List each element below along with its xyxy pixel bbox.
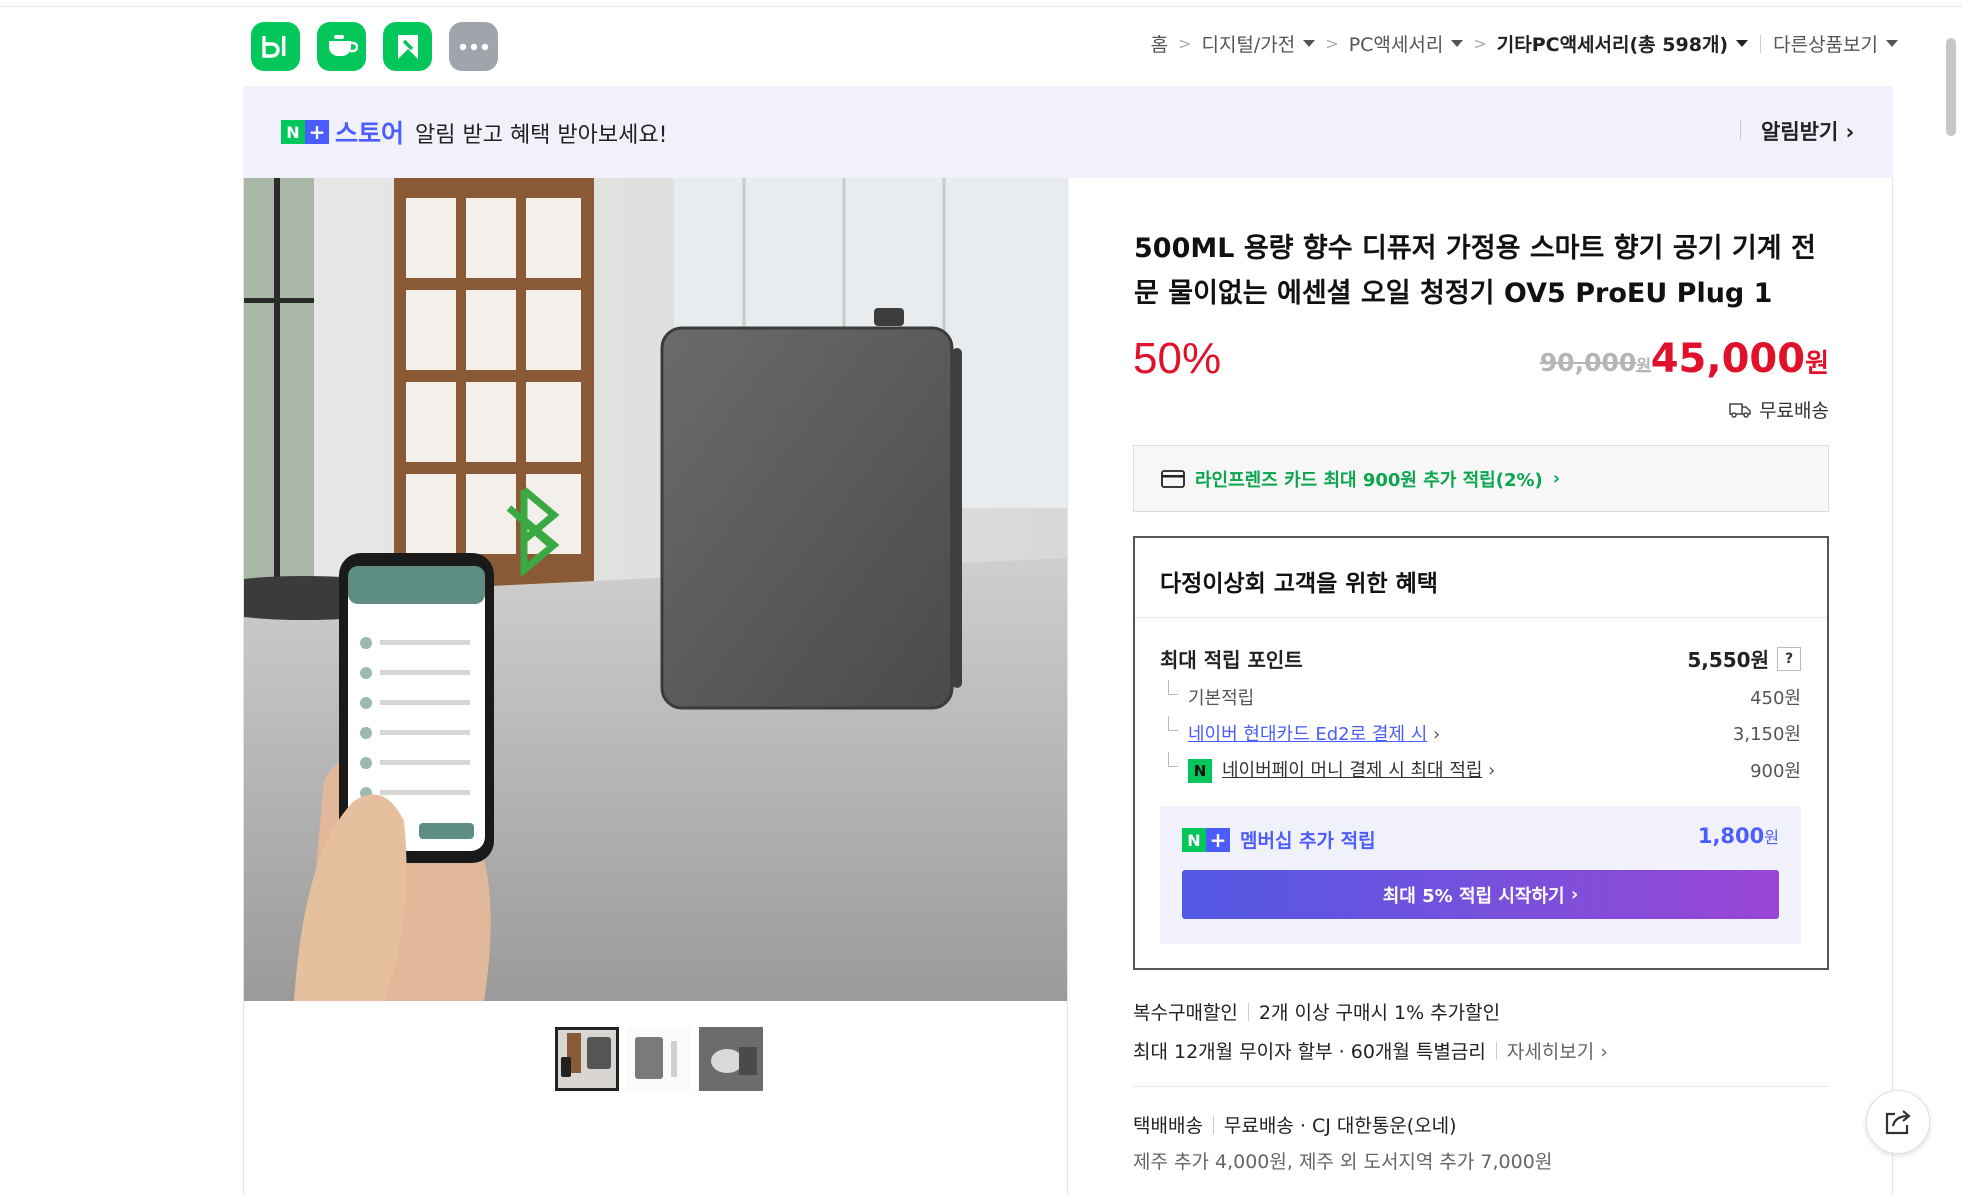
help-button[interactable]: ? <box>1777 646 1801 671</box>
share-button[interactable] <box>1866 1090 1930 1154</box>
app-launcher <box>251 22 498 71</box>
benefit-box: 다정이상회 고객을 위한 혜택 최대 적립 포인트 5,550원? 기본적립 4… <box>1133 536 1829 970</box>
card-points-row: 네이버 현대카드 Ed2로 결제 시 › 3,150원 <box>1160 716 1801 746</box>
n-badge: N <box>281 120 305 144</box>
thumbnail-strip <box>555 1027 763 1091</box>
npay-points-value: 900원 <box>1750 760 1801 782</box>
banner-message: 알림 받고 혜택 받아보세요! <box>415 123 668 148</box>
card-points-value: 3,150원 <box>1732 724 1801 745</box>
npay-points-link[interactable]: N 네이버페이 머니 결제 시 최대 적립 › <box>1160 752 1495 783</box>
sale-price: 45,000원 <box>1650 336 1829 382</box>
multi-buy-discount: 복수구매할인 2개 이상 구매시 1% 추가할인 <box>1133 998 1500 1025</box>
shipping-label: 택배배송 <box>1133 1115 1203 1137</box>
credit-card-icon <box>1161 469 1185 488</box>
membership-label: 멤버십 추가 적립 <box>1240 830 1376 852</box>
discount-rate: 50% <box>1133 334 1222 383</box>
shipping-value: 무료배송 · CJ 대한통운(오네) <box>1223 1115 1457 1137</box>
breadcrumb-category-1[interactable]: 디지털/가전 <box>1201 30 1316 57</box>
thumbnail-3[interactable] <box>699 1027 763 1091</box>
details-link[interactable]: 자세히보기 › <box>1507 1037 1608 1064</box>
caret-down-icon <box>1886 40 1898 47</box>
thumbnail-1[interactable] <box>555 1027 619 1091</box>
nplus-logo: N + <box>281 120 329 144</box>
divider <box>1212 1115 1214 1134</box>
store-alert-banner: N + 스토어 알림 받고 혜택 받아보세요! 알림받기 › <box>243 86 1893 178</box>
free-shipping: 무료배송 <box>1729 396 1829 423</box>
product-main-image[interactable] <box>244 178 1067 1001</box>
cafe-app-button[interactable] <box>317 22 366 71</box>
cafe-cup-icon <box>328 34 358 56</box>
card-offer-link[interactable]: 라인프렌즈 카드 최대 900원 추가 적립(2%) › <box>1133 445 1829 512</box>
membership-panel: N + 멤버십 추가 적립 1,800원 최대 5% 적립 시작하기 › <box>1160 806 1801 944</box>
product-title: 500ML 용량 향수 디퓨저 가정용 스마트 향기 공기 기계 전문 물이없는… <box>1134 233 1816 309</box>
page-scrollbar[interactable] <box>1946 38 1956 136</box>
breadcrumb: 홈 > 디지털/가전 > PC액세서리 > 기타PC액세서리(총 598개) 다… <box>1151 30 1898 57</box>
shipping-extra-fee: 제주 추가 4,000원, 제주 외 도서지역 추가 7,000원 <box>1133 1151 1553 1173</box>
divider <box>1740 120 1741 140</box>
benefit-heading: 다정이상회 고객을 위한 혜택 <box>1135 538 1827 618</box>
npay-icon: N <box>1188 759 1212 783</box>
chevron-right-icon: > <box>1473 34 1487 53</box>
installment-info: 최대 12개월 무이자 할부 · 60개월 특별금리 자세히보기 › <box>1133 1037 1608 1064</box>
alert-subscribe-button[interactable]: 알림받기 › <box>1761 116 1854 146</box>
caret-down-icon <box>1303 40 1316 47</box>
divider <box>1133 1086 1829 1087</box>
basic-points-label: 기본적립 <box>1160 680 1254 710</box>
installment-text: 최대 12개월 무이자 할부 · 60개월 특별금리 <box>1133 1041 1486 1063</box>
n-badge: N <box>1182 828 1206 852</box>
multi-buy-value: 2개 이상 구매시 1% 추가할인 <box>1258 1002 1501 1024</box>
shipping-info: 택배배송 무료배송 · CJ 대한통운(오네) <box>1133 1111 1457 1138</box>
basic-points-row: 기본적립 450원 <box>1160 680 1801 710</box>
plus-badge: + <box>305 120 329 144</box>
chevron-right-icon: > <box>1325 34 1339 53</box>
npay-points-row: N 네이버페이 머니 결제 시 최대 적립 › 900원 <box>1160 752 1801 783</box>
breadcrumb-home[interactable]: 홈 <box>1151 30 1168 57</box>
max-points-value: 5,550원? <box>1687 644 1801 673</box>
blog-b-icon <box>261 35 285 58</box>
frame-border <box>1067 178 1068 1195</box>
chevron-right-icon: > <box>1178 34 1192 53</box>
more-apps-button[interactable] <box>449 22 498 71</box>
divider <box>1760 34 1762 53</box>
membership-value: 1,800원 <box>1697 824 1779 848</box>
start-membership-button[interactable]: 최대 5% 적립 시작하기 › <box>1182 870 1779 919</box>
caret-down-icon <box>1451 40 1464 47</box>
other-products-dropdown[interactable]: 다른상품보기 <box>1773 30 1898 57</box>
flag-icon <box>397 34 418 59</box>
truck-icon <box>1729 402 1751 418</box>
breadcrumb-category-3[interactable]: 기타PC액세서리(총 598개) <box>1497 30 1749 57</box>
plus-badge: + <box>1206 828 1230 852</box>
nplus-logo: N + <box>1182 828 1230 852</box>
max-points-row: 최대 적립 포인트 5,550원? <box>1160 644 1801 673</box>
more-dots-icon <box>459 43 488 50</box>
card-points-link[interactable]: 네이버 현대카드 Ed2로 결제 시 › <box>1160 716 1440 746</box>
basic-points-value: 450원 <box>1750 688 1801 709</box>
divider <box>1495 1041 1497 1060</box>
breadcrumb-category-2[interactable]: PC액세서리 <box>1349 30 1464 57</box>
max-points-label: 최대 적립 포인트 <box>1160 648 1303 672</box>
share-icon <box>1885 1110 1911 1135</box>
top-border <box>0 6 1962 7</box>
frame-border <box>1892 178 1893 1195</box>
thumbnail-2[interactable] <box>627 1027 691 1091</box>
store-app-button[interactable] <box>383 22 432 71</box>
multi-buy-label: 복수구매할인 <box>1133 1002 1238 1024</box>
caret-down-icon <box>1736 40 1749 47</box>
original-price: 90,000원 <box>1539 348 1651 377</box>
store-label: 스토어 <box>335 119 405 148</box>
divider <box>1247 1002 1249 1021</box>
blog-app-button[interactable] <box>251 22 300 71</box>
